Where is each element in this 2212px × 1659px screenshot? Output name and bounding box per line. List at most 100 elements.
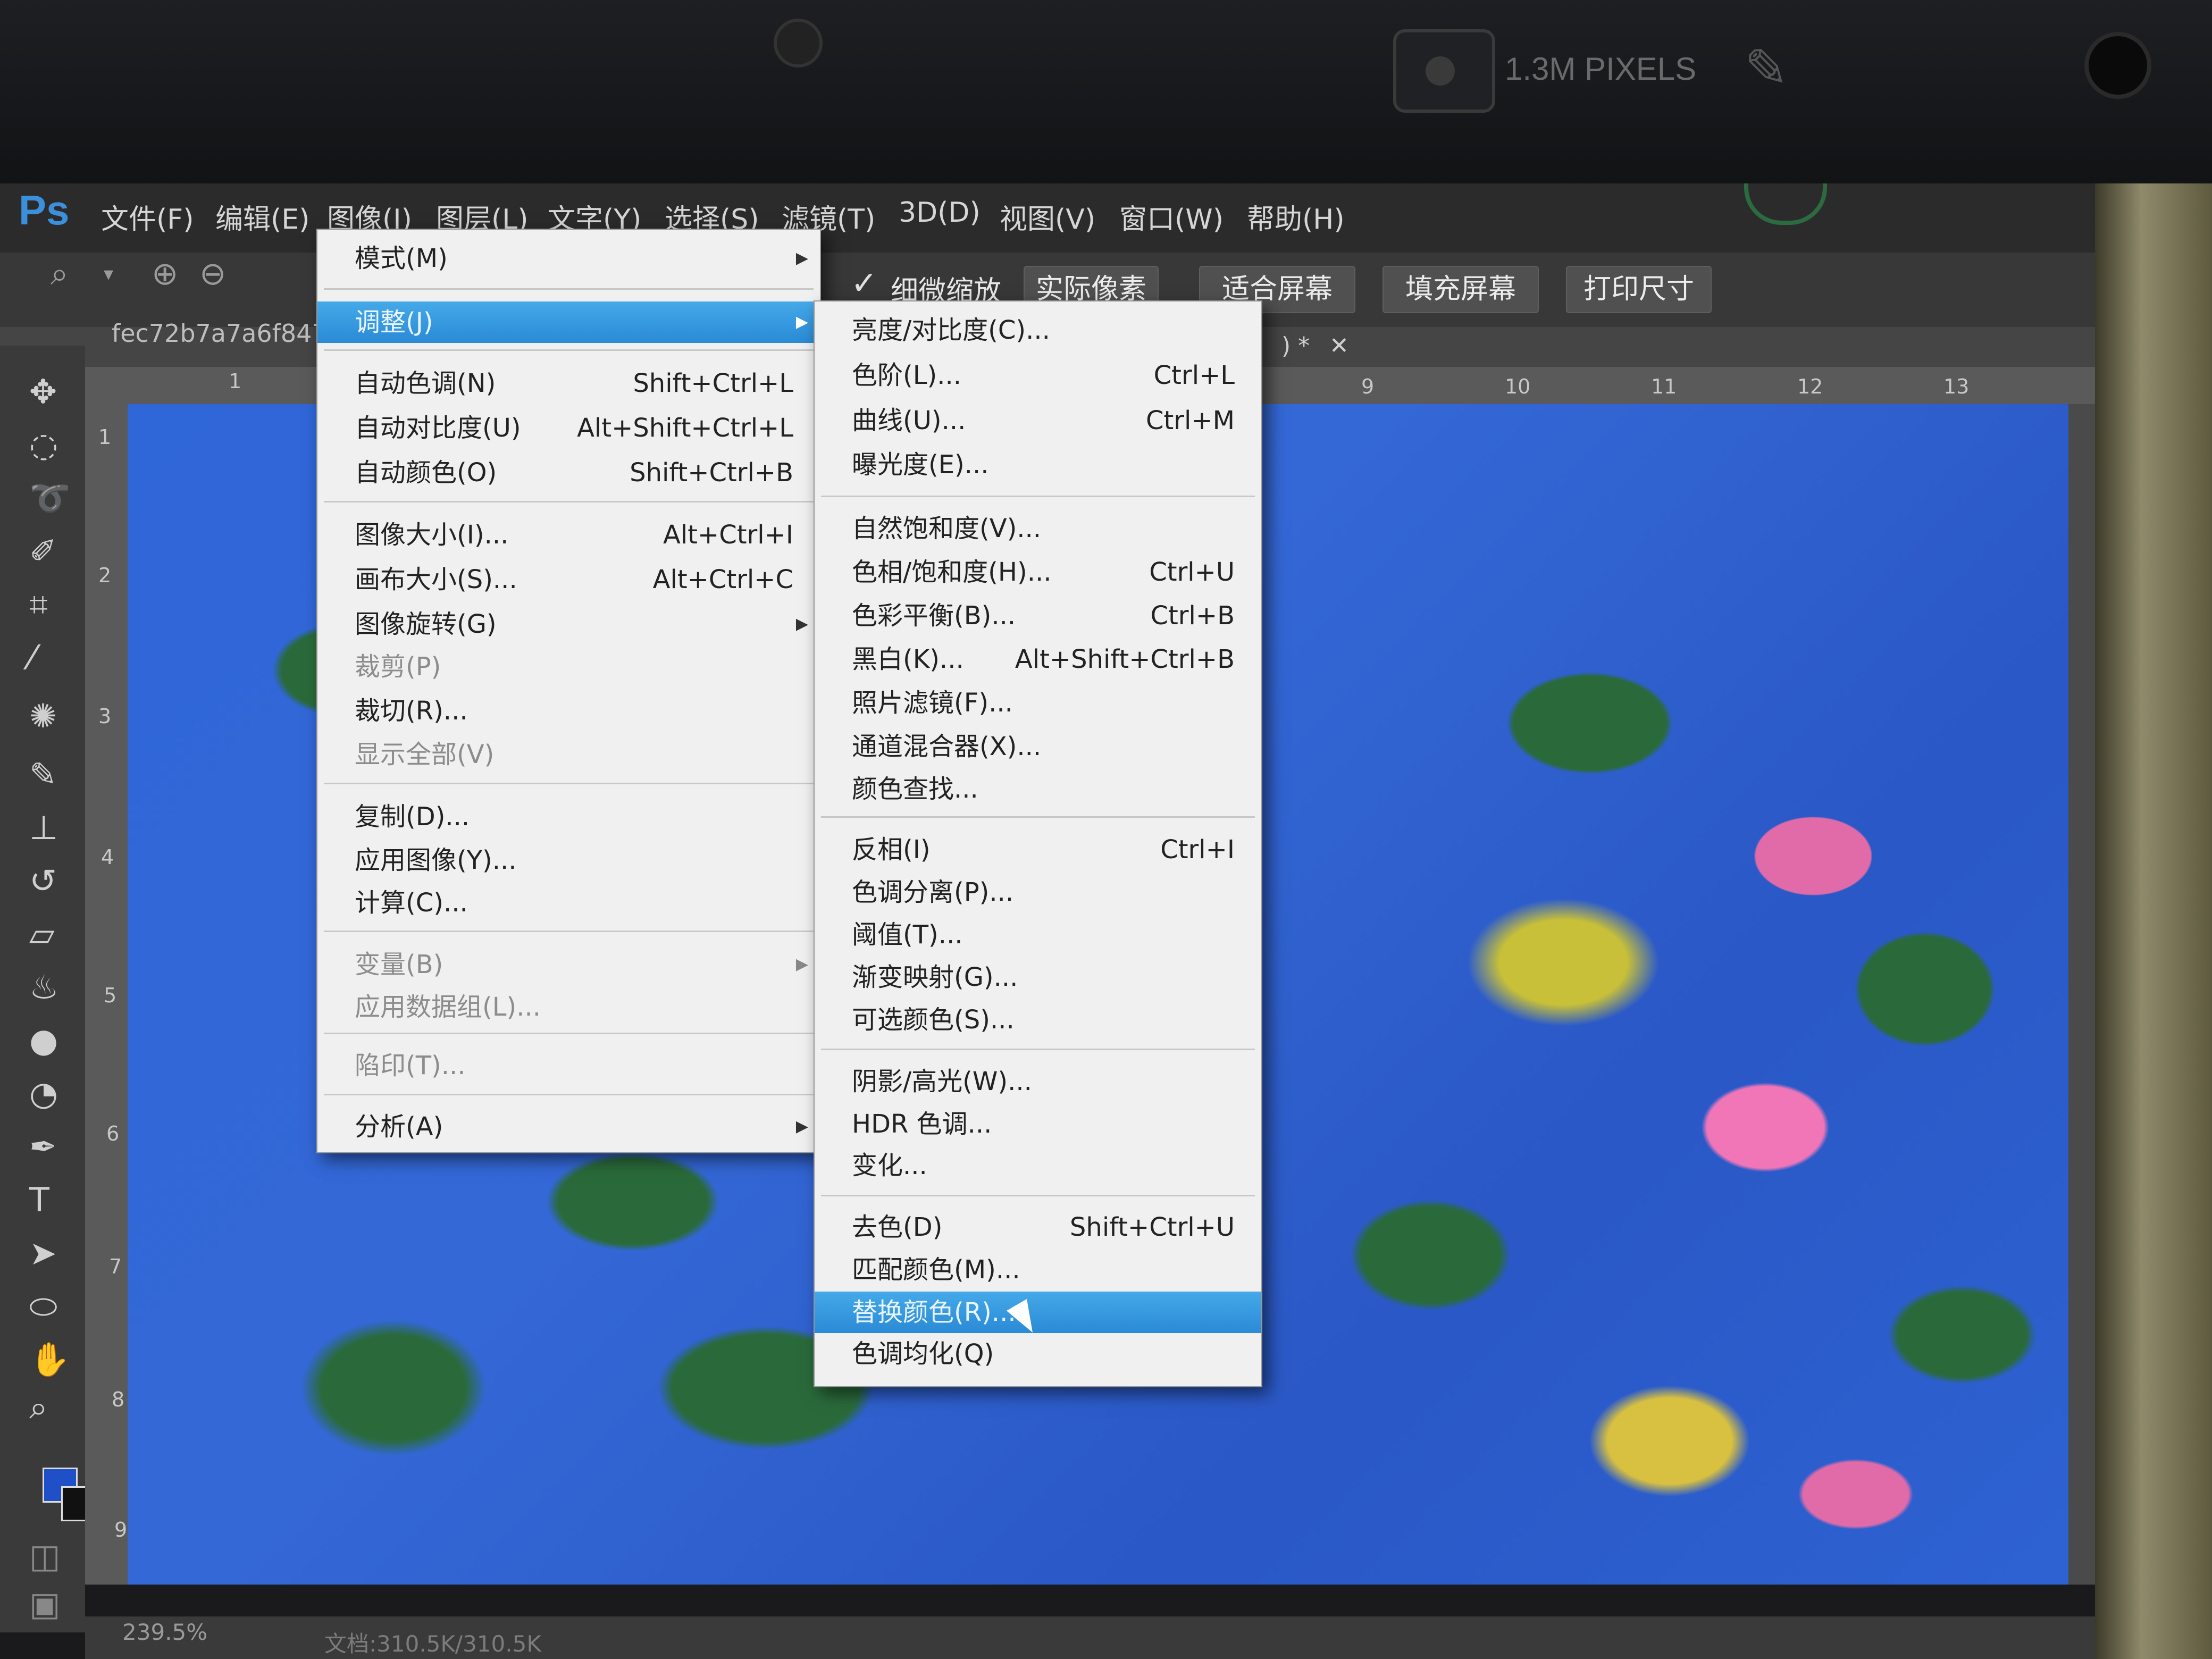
- clone-stamp-icon[interactable]: ⊥: [29, 808, 58, 847]
- menu-item-trim[interactable]: 裁切(R)...: [317, 690, 820, 732]
- menu-item-brightness-contrast[interactable]: 亮度/对比度(C)...: [815, 309, 1261, 351]
- menu-item-hdr-toning[interactable]: HDR 色调...: [815, 1103, 1261, 1145]
- path-select-icon[interactable]: ➤: [29, 1234, 57, 1272]
- hand-tool-icon[interactable]: ✋: [29, 1340, 70, 1379]
- menu-item-posterize[interactable]: 色调分离(P)...: [815, 872, 1261, 913]
- menu-item-invert[interactable]: 反相(I) Ctrl+I: [815, 829, 1261, 870]
- chevron-down-icon[interactable]: ▾: [104, 263, 113, 285]
- camera-indicator: [2084, 32, 2151, 99]
- ruler-mark: 7: [109, 1255, 122, 1278]
- menu-item-variations[interactable]: 变化...: [815, 1145, 1261, 1186]
- menu-item-threshold[interactable]: 阈值(T)...: [815, 914, 1261, 956]
- ruler-mark: 12: [1797, 375, 1823, 398]
- zoom-tool-icon[interactable]: ⌕: [51, 255, 69, 292]
- marquee-tool-icon[interactable]: ◌: [29, 425, 58, 464]
- canvas-edge: [2068, 404, 2095, 1585]
- ruler-mark: 6: [106, 1122, 120, 1145]
- type-tool-icon[interactable]: T: [29, 1180, 49, 1219]
- menu-item-apply-image[interactable]: 应用图像(Y)...: [317, 840, 820, 881]
- eraser-tool-icon[interactable]: ▱: [29, 915, 55, 953]
- print-size-button[interactable]: 打印尺寸: [1566, 266, 1712, 313]
- menu-item-gradient-map[interactable]: 渐变映射(G)...: [815, 957, 1261, 998]
- crop-tool-icon[interactable]: ⌗: [29, 585, 48, 624]
- fill-screen-button[interactable]: 填充屏幕: [1382, 266, 1539, 313]
- menu-item-auto-tone[interactable]: 自动色调(N) Shift+Ctrl+L: [317, 363, 820, 404]
- menu-item-black-white[interactable]: 黑白(K)... Alt+Shift+Ctrl+B: [815, 639, 1261, 680]
- screen-mode-icon[interactable]: ▣: [29, 1585, 61, 1623]
- dodge-tool-icon[interactable]: ◔: [29, 1074, 58, 1113]
- quick-select-icon[interactable]: ✐: [29, 532, 57, 571]
- lasso-tool-icon[interactable]: ➰: [29, 479, 70, 518]
- camera-label: 1.3M PIXELS: [1505, 51, 1697, 87]
- menu-item-color-lookup[interactable]: 颜色查找...: [815, 768, 1261, 810]
- menu-file[interactable]: 文件(F): [101, 197, 194, 237]
- menu-item-analysis[interactable]: 分析(A) ▶: [317, 1106, 820, 1147]
- brush-tool-icon[interactable]: ✎: [29, 755, 57, 794]
- ruler-mark: 10: [1505, 375, 1531, 398]
- pen-tool-icon[interactable]: ✒: [29, 1127, 57, 1166]
- menu-item-vibrance[interactable]: 自然饱和度(V)...: [815, 508, 1261, 549]
- healing-brush-icon[interactable]: ✺: [29, 697, 57, 735]
- menu-item-desaturate[interactable]: 去色(D) Shift+Ctrl+U: [815, 1206, 1261, 1248]
- menu-item-equalize[interactable]: 色调均化(Q): [815, 1333, 1261, 1375]
- blur-tool-icon[interactable]: ●: [29, 1021, 58, 1060]
- menu-item-color-balance[interactable]: 色彩平衡(B)... Ctrl+B: [815, 595, 1261, 636]
- pen-icon: ✎: [1744, 37, 1789, 99]
- zoom-level[interactable]: 239.5%: [122, 1619, 207, 1645]
- menu-item-duplicate[interactable]: 复制(D)...: [317, 796, 820, 837]
- zoom-in-icon[interactable]: ⊕: [152, 255, 178, 292]
- document-tab[interactable]: fec72b7a7a6f8475: [112, 319, 343, 348]
- ruler-mark: 8: [112, 1388, 125, 1411]
- close-tab-icon[interactable]: ✕: [1329, 332, 1349, 359]
- history-brush-icon[interactable]: ↺: [29, 861, 57, 900]
- ruler-mark: 1: [229, 370, 242, 393]
- menu-item-shadows-highlights[interactable]: 阴影/高光(W)...: [815, 1061, 1261, 1102]
- menu-item-hue-saturation[interactable]: 色相/饱和度(H)... Ctrl+U: [815, 551, 1261, 593]
- ruler-mark: 4: [101, 845, 114, 869]
- menu-item-apply-data-set: 应用数据组(L)...: [355, 992, 541, 1022]
- menu-item-channel-mixer[interactable]: 通道混合器(X)...: [815, 726, 1261, 767]
- fine-zoom-checkbox[interactable]: ✓: [851, 265, 877, 302]
- menu-item-match-color[interactable]: 匹配颜色(M)...: [815, 1249, 1261, 1291]
- document-tab-suffix: ) *: [1281, 332, 1310, 359]
- menu-window[interactable]: 窗口(W): [1119, 197, 1224, 237]
- ruler-mark: 1: [98, 425, 112, 449]
- background-wall: [2095, 183, 2212, 1659]
- paint-bucket-icon[interactable]: ♨: [29, 968, 59, 1007]
- menu-3d[interactable]: 3D(D): [899, 197, 981, 229]
- ruler-mark: 13: [1943, 375, 1970, 398]
- ruler-mark: 5: [104, 984, 117, 1007]
- image-menu: 模式(M) ▶ 调整(J) ▶ 自动色调(N) Shift+Ctrl+L 自动对比度(…: [316, 229, 821, 1153]
- move-tool-icon[interactable]: ✥: [29, 372, 57, 411]
- menu-item-photo-filter[interactable]: 照片滤镜(F)...: [815, 682, 1261, 724]
- menu-item-selective-color[interactable]: 可选颜色(S)...: [815, 999, 1261, 1041]
- shape-tool-icon[interactable]: ⬭: [29, 1287, 57, 1326]
- monitor-bezel: [0, 0, 2212, 183]
- menu-item-reveal-all: 显示全部(V): [355, 740, 495, 769]
- zoom-tool-icon[interactable]: ⌕: [29, 1388, 48, 1427]
- adjustments-submenu: 亮度/对比度(C)... 色阶(L)... Ctrl+L 曲线(U)... Ctrl…: [814, 300, 1262, 1387]
- menu-item-canvas-size[interactable]: 画布大小(S)... Alt+Ctrl+C: [317, 559, 820, 600]
- quick-mask-icon[interactable]: ◫: [29, 1537, 61, 1576]
- document-size: 文档:310.5K/310.5K: [324, 1631, 541, 1657]
- menu-item-image-size[interactable]: 图像大小(I)... Alt+Ctrl+I: [317, 514, 820, 556]
- menu-item-curves[interactable]: 曲线(U)... Ctrl+M: [815, 400, 1261, 441]
- menu-view[interactable]: 视图(V): [1000, 197, 1095, 237]
- ruler-mark: 9: [1361, 375, 1375, 398]
- menu-item-crop: 裁剪(P): [355, 652, 441, 682]
- menu-item-variables: 变量(B) ▶: [355, 950, 808, 979]
- eyedropper-icon[interactable]: ⁄: [29, 638, 35, 677]
- menu-item-image-rotation[interactable]: 图像旋转(G) ▶: [317, 604, 820, 645]
- menu-item-adjustments[interactable]: 调整(J) ▶: [317, 301, 820, 343]
- menu-item-mode[interactable]: 模式(M) ▶: [317, 238, 820, 279]
- menu-help[interactable]: 帮助(H): [1247, 197, 1345, 237]
- menu-item-calculations[interactable]: 计算(C)...: [317, 882, 820, 924]
- menu-item-levels[interactable]: 色阶(L)... Ctrl+L: [815, 355, 1261, 396]
- menu-edit[interactable]: 编辑(E): [215, 197, 309, 237]
- zoom-out-icon[interactable]: ⊖: [199, 255, 226, 292]
- photoshop-logo: Ps: [19, 187, 70, 233]
- ruler-mark: 11: [1651, 375, 1677, 398]
- menu-item-auto-color[interactable]: 自动颜色(O) Shift+Ctrl+B: [317, 452, 820, 493]
- menu-item-exposure[interactable]: 曝光度(E)...: [815, 444, 1261, 485]
- menu-item-auto-contrast[interactable]: 自动对比度(U) Alt+Shift+Ctrl+L: [317, 407, 820, 449]
